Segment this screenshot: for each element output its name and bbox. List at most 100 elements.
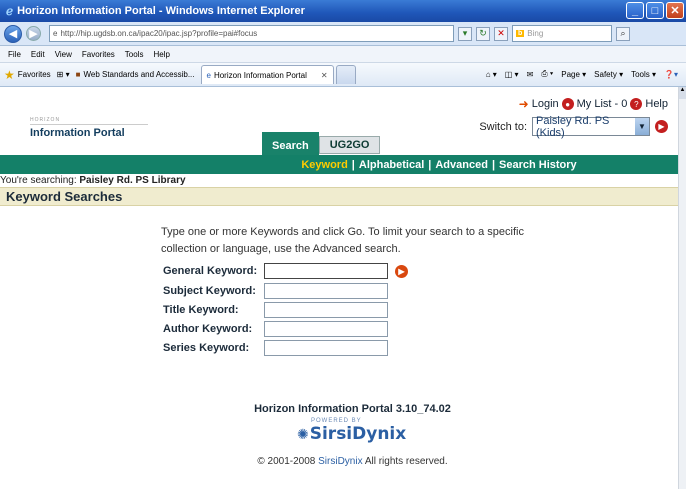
favorites-bar: ★ Favorites ⊞ ▾ ■ Web Standards and Acce… [0, 63, 686, 87]
series-keyword-row: Series Keyword: [163, 340, 388, 356]
title-keyword-label: Title Keyword: [163, 304, 239, 316]
scroll-up-icon[interactable]: ▲ [679, 87, 686, 99]
portal-tabs: Search UG2GO [262, 132, 381, 155]
title-keyword-row: Title Keyword: [163, 302, 388, 318]
logo-horizon: HORIZON [30, 117, 61, 123]
title-keyword-input[interactable] [264, 302, 388, 318]
go-button[interactable]: ▶ [395, 264, 408, 278]
logo-divider [30, 124, 148, 125]
vertical-scrollbar[interactable]: ▲ [678, 87, 686, 489]
copyright-prefix: © 2001-2008 [257, 456, 316, 467]
searching-prefix: You're searching: [0, 175, 77, 186]
series-keyword-input[interactable] [264, 340, 388, 356]
copyright-brand-link[interactable]: SirsiDynix [318, 456, 362, 467]
top-links: ➜ Login ● My List - 0 ? Help [519, 97, 668, 111]
author-keyword-input[interactable] [264, 321, 388, 337]
mylist-icon: ● [561, 98, 574, 110]
bing-icon: b [516, 30, 525, 37]
searching-info: You're searching: Paisley Rd. PS Library [0, 175, 186, 186]
login-link[interactable]: Login [532, 98, 559, 110]
forward-button[interactable]: ▶ [26, 26, 41, 41]
favorites-button[interactable]: ★ Favorites [4, 68, 51, 82]
sirsidynix-swirl-icon: ✺ [297, 427, 309, 443]
browser-tab[interactable]: e Horizon Information Portal ✕ [200, 65, 334, 84]
menu-view[interactable]: View [55, 50, 72, 59]
menu-edit[interactable]: Edit [31, 50, 45, 59]
help-menu-icon[interactable]: ❓▾ [664, 70, 678, 79]
fav-link-label: Web Standards and Accessib... [83, 70, 195, 79]
copyright: © 2001-2008 SirsiDynix All rights reserv… [0, 456, 686, 467]
switch-label: Switch to: [479, 120, 527, 133]
library-select-value: Paisley Rd. PS (Kids) [536, 114, 610, 139]
search-instructions: Type one or more Keywords and click Go. … [161, 226, 524, 255]
general-keyword-label: General Keyword: [163, 265, 258, 277]
star-icon: ★ [4, 67, 15, 82]
address-url: http://hip.ugdsb.on.ca/ipac20/ipac.jsp?p… [60, 29, 258, 38]
quick-tabs-button[interactable]: ⊞ ▾ [57, 70, 70, 79]
subnav-advanced[interactable]: Advanced [435, 159, 488, 171]
mail-icon[interactable]: ✉ [527, 70, 534, 79]
subnav-separator: | [428, 158, 432, 171]
tab-search[interactable]: Search [262, 132, 319, 155]
subject-keyword-label: Subject Keyword: [163, 285, 256, 297]
home-icon[interactable]: ⌂ ▾ [486, 70, 497, 79]
library-select[interactable]: Paisley Rd. PS (Kids) ▼ [532, 114, 650, 139]
tab-close-icon[interactable]: ✕ [321, 71, 328, 80]
tab-ug2go[interactable]: UG2GO [318, 136, 381, 154]
address-bar[interactable]: e http://hip.ugdsb.on.ca/ipac20/ipac.jsp… [49, 25, 454, 42]
search-subnav: Keyword | Alphabetical | Advanced | Sear… [0, 155, 678, 174]
logo-title: Information Portal [30, 127, 125, 139]
subject-keyword-row: Subject Keyword: [163, 283, 388, 299]
subnav-separator: | [491, 158, 496, 171]
help-link[interactable]: Help [645, 98, 668, 110]
page-menu[interactable]: Page ▾ [561, 70, 586, 79]
mylist-link[interactable]: My List - 0 [577, 98, 628, 110]
tab-page-icon: e [206, 70, 211, 80]
menu-bar: File Edit View Favorites Tools Help [0, 46, 686, 63]
print-icon[interactable]: ⎙ ▾ [541, 69, 553, 79]
maximize-button[interactable]: □ [646, 2, 664, 19]
searching-library: Paisley Rd. PS Library [79, 175, 186, 186]
author-keyword-label: Author Keyword: [163, 323, 253, 335]
fav-link[interactable]: ■ Web Standards and Accessib... [76, 70, 195, 79]
chevron-down-icon: ▼ [634, 118, 649, 135]
general-keyword-input[interactable] [264, 263, 388, 279]
compatibility-icon[interactable]: ▾ [458, 26, 472, 41]
search-icon[interactable]: ⌕ [616, 26, 630, 41]
switch-go-icon[interactable]: ▶ [655, 120, 668, 133]
copyright-suffix: All rights reserved. [364, 456, 448, 467]
login-icon: ➜ [518, 97, 529, 111]
new-tab-button[interactable] [335, 65, 356, 84]
address-row: ◀ ▶ e http://hip.ugdsb.on.ca/ipac20/ipac… [0, 22, 686, 46]
subnav-search-history[interactable]: Search History [499, 159, 577, 171]
safety-menu[interactable]: Safety ▾ [594, 70, 623, 79]
menu-favorites[interactable]: Favorites [82, 50, 115, 59]
subnav-keyword[interactable]: Keyword [301, 159, 347, 171]
back-button[interactable]: ◀ [4, 24, 22, 43]
version-text: Horizon Information Portal 3.10_74.02 [254, 403, 451, 415]
stop-icon[interactable]: ✕ [494, 26, 508, 41]
sirsidynix-logo-text: SirsiDynix [309, 424, 407, 444]
search-box-placeholder: Bing [527, 29, 544, 38]
ie-logo-icon: ℯ [6, 4, 14, 18]
tab-label: Horizon Information Portal [213, 70, 307, 80]
refresh-icon[interactable]: ↻ [476, 26, 490, 41]
sirsidynix-logo[interactable]: ✺SirsiDynix [297, 424, 406, 444]
search-box[interactable]: b Bing [512, 25, 612, 42]
favorites-label: Favorites [17, 70, 51, 79]
page-icon: e [53, 29, 58, 38]
subnav-alphabetical[interactable]: Alphabetical [359, 159, 424, 171]
menu-file[interactable]: File [8, 50, 21, 59]
close-button[interactable]: ✕ [666, 2, 684, 19]
menu-help[interactable]: Help [153, 50, 169, 59]
tools-menu[interactable]: Tools ▾ [631, 70, 656, 79]
switch-library: Switch to: Paisley Rd. PS (Kids) ▼ ▶ [479, 114, 668, 139]
series-keyword-label: Series Keyword: [163, 342, 250, 354]
subject-keyword-input[interactable] [264, 283, 388, 299]
general-keyword-row: General Keyword: ▶ [163, 263, 408, 279]
window-titlebar: ℯ Horizon Information Portal - Windows I… [0, 0, 686, 22]
bookmark-icon: ■ [75, 70, 81, 79]
feeds-icon[interactable]: ◫ ▾ [505, 70, 519, 79]
menu-tools[interactable]: Tools [125, 50, 144, 59]
minimize-button[interactable]: _ [626, 2, 644, 19]
